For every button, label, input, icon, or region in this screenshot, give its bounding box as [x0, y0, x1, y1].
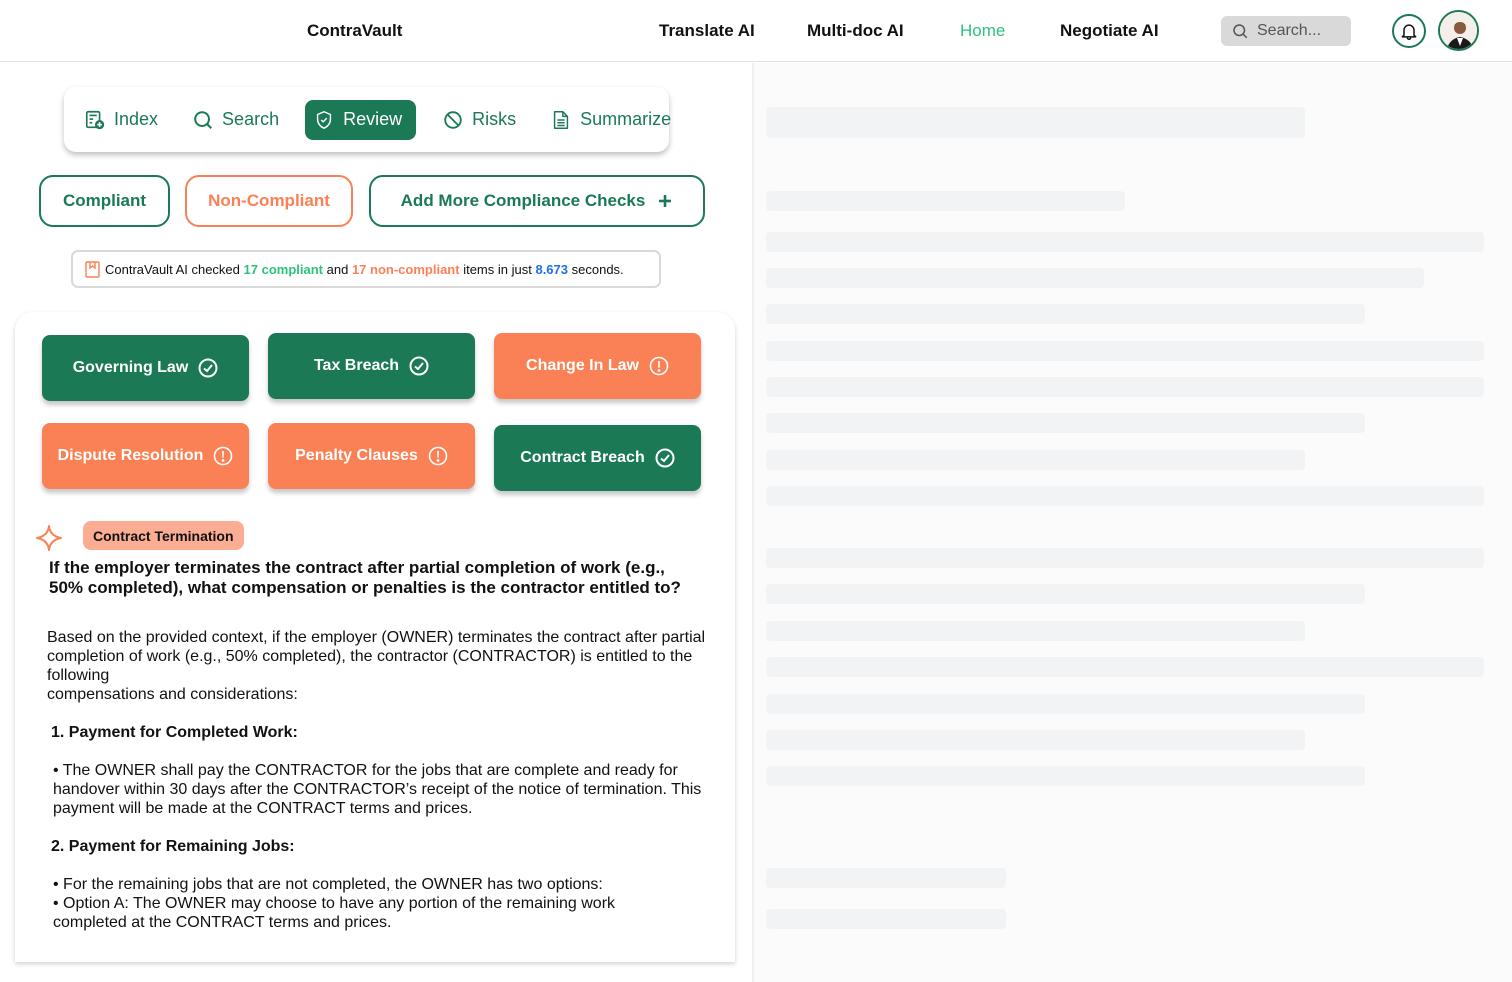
search-box: [1221, 16, 1351, 46]
skeleton-line: [766, 268, 1424, 288]
tab-review-label: Review: [343, 109, 403, 129]
alert-circle-icon: [649, 356, 669, 376]
tab-risks[interactable]: Risks: [434, 100, 524, 140]
check-label: Change In Law: [526, 357, 639, 374]
skeleton-line: [766, 766, 1365, 786]
notifications-button[interactable]: [1392, 14, 1426, 48]
status-suffix: seconds.: [571, 261, 624, 277]
answer-intro-continued: compensations and considerations:: [47, 686, 298, 703]
skeleton-line: [766, 304, 1365, 324]
tab-index[interactable]: Index: [76, 100, 166, 140]
topic-badge: Contract Termination: [83, 521, 244, 550]
check-label: Dispute Resolution: [57, 447, 204, 464]
compliant-filter-button[interactable]: Compliant: [39, 175, 170, 227]
tab-search[interactable]: Search: [184, 100, 287, 140]
check-contract-breach[interactable]: Contract Breach: [494, 425, 701, 491]
top-navigation-bar: ContraVault Translate AI Multi-doc AI Ho…: [0, 0, 1512, 62]
search-icon: [194, 110, 213, 129]
check-circle-icon: [198, 358, 218, 378]
index-add-icon: [85, 110, 105, 129]
bell-icon: [1401, 24, 1417, 41]
avatar-image: [1440, 12, 1477, 49]
tab-risks-label: Risks: [472, 109, 517, 129]
check-tax-breach[interactable]: Tax Breach: [268, 333, 475, 399]
answer-body: Based on the provided context, if the em…: [47, 628, 717, 932]
check-penalty-clauses[interactable]: Penalty Clauses: [268, 423, 475, 489]
check-label: Contract Breach: [520, 449, 645, 466]
brand-name[interactable]: ContraVault: [307, 21, 402, 41]
skeleton-line: [766, 621, 1305, 641]
skeleton-line: [766, 450, 1305, 470]
skeleton-line: [766, 584, 1365, 604]
skeleton-line: [766, 868, 1006, 888]
check-label: Tax Breach: [313, 357, 400, 374]
skeleton-line: [766, 232, 1484, 252]
document-icon: [553, 110, 569, 129]
skeleton-line: [766, 657, 1484, 677]
alert-circle-icon: [428, 446, 448, 466]
section-heading: 1. Payment for Completed Work:: [51, 724, 298, 741]
skeleton-line: [766, 694, 1365, 714]
section-bullet: • For the remaining jobs that are not co…: [53, 876, 603, 893]
search-icon: [1233, 24, 1248, 39]
user-avatar[interactable]: [1438, 10, 1479, 51]
non-compliant-filter-button[interactable]: Non-Compliant: [185, 175, 353, 227]
check-change-in-law[interactable]: Change In Law: [494, 333, 701, 399]
elapsed-seconds: 8.673: [535, 261, 569, 277]
skeleton-line: [766, 341, 1484, 361]
add-compliance-checks-label: Add More Compliance Checks: [400, 191, 646, 210]
tab-summarize[interactable]: Summarize: [542, 100, 679, 140]
skeleton-line: [766, 377, 1484, 397]
section-bullet: • The OWNER shall pay the CONTRACTOR for…: [53, 762, 702, 817]
check-dispute-resolution[interactable]: Dispute Resolution: [42, 423, 249, 489]
skeleton-line: [766, 486, 1484, 506]
tab-search-label: Search: [222, 109, 280, 129]
status-and: and: [326, 261, 349, 277]
search-input[interactable]: [1257, 22, 1347, 40]
nav-negotiate-ai[interactable]: Negotiate AI: [1060, 21, 1159, 41]
section-bullet: • Option A: The OWNER may choose to have…: [53, 895, 616, 931]
nav-multi-doc-ai[interactable]: Multi-doc AI: [807, 21, 904, 41]
check-circle-icon: [655, 448, 675, 468]
prohibited-icon: [444, 110, 462, 129]
plus-icon: [659, 195, 672, 207]
check-label: Penalty Clauses: [295, 447, 418, 464]
skeleton-line: [766, 548, 1484, 568]
alert-circle-icon: [214, 446, 233, 466]
skeleton-line: [766, 191, 1125, 211]
tool-tabs: Index Search Review Risks Summarize: [64, 87, 671, 152]
skeleton-line: [766, 413, 1365, 433]
skeleton-line: [766, 909, 1006, 929]
section-heading: 2. Payment for Remaining Jobs:: [51, 838, 295, 855]
check-circle-icon: [409, 356, 429, 376]
non-compliant-count: 17 non-compliant: [351, 261, 460, 277]
shield-check-icon: [316, 110, 332, 129]
check-label: Governing Law: [72, 359, 189, 376]
add-compliance-checks-button[interactable]: Add More Compliance Checks: [369, 175, 705, 227]
status-middle: items in just: [463, 261, 532, 277]
tab-index-label: Index: [114, 109, 159, 129]
nav-home[interactable]: Home: [960, 21, 1005, 41]
answer-intro: Based on the provided context, if the em…: [47, 629, 706, 684]
question-text: If the employer terminates the contract …: [49, 558, 681, 597]
compliance-summary: ContraVault AI checked 17 compliant and …: [71, 250, 661, 288]
compliant-count: 17 compliant: [243, 261, 323, 277]
tab-summarize-label: Summarize: [580, 109, 672, 129]
check-governing-law[interactable]: Governing Law: [42, 335, 249, 401]
skeleton-line: [766, 107, 1305, 138]
sparkle-icon: [36, 525, 62, 551]
tab-review[interactable]: Review: [305, 99, 417, 140]
document-preview-panel: [752, 63, 1512, 982]
skeleton-line: [766, 730, 1305, 750]
nav-translate-ai[interactable]: Translate AI: [659, 21, 755, 41]
bookmark-icon: [85, 260, 100, 278]
status-prefix: ContraVault AI checked: [105, 261, 240, 277]
